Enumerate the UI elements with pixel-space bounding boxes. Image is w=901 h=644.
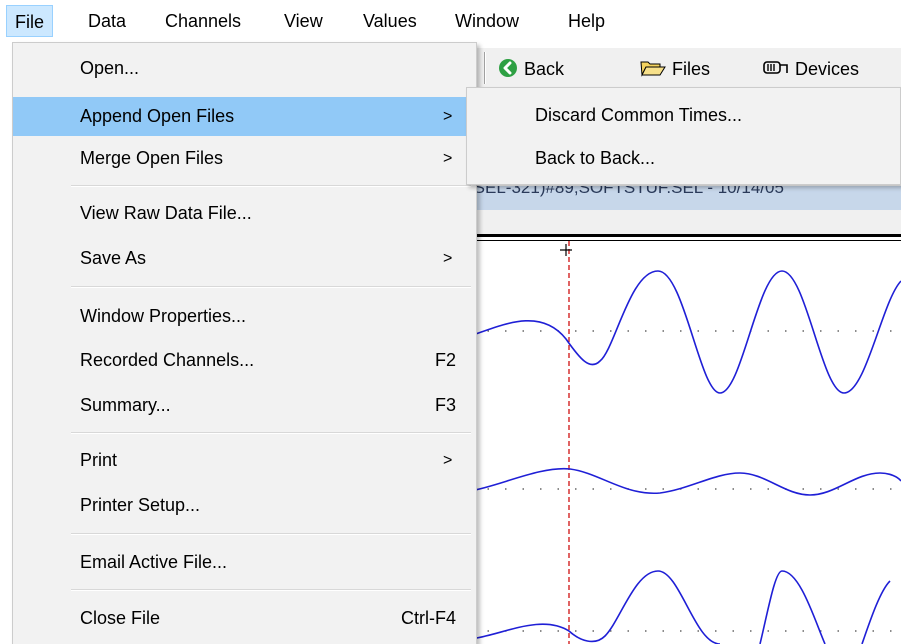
back-button-label: Back (524, 59, 565, 79)
submenu-arrow-icon: > (443, 250, 453, 267)
menu-values[interactable]: Values (355, 5, 425, 37)
menu-help[interactable]: Help (560, 5, 613, 37)
shortcut-label: F3 (434, 395, 456, 415)
menu-item-printer-setup[interactable]: Printer Setup... (13, 486, 476, 525)
submenu-arrow-icon: > (443, 452, 453, 469)
menu-separator (71, 589, 471, 591)
plot-border (470, 234, 901, 237)
back-button[interactable]: Back (498, 56, 564, 82)
submenu-arrow-icon: > (443, 150, 453, 167)
toolbar-separator (484, 52, 486, 84)
menu-item-append-open-files[interactable]: Append Open Files > (13, 97, 476, 136)
device-icon (763, 61, 788, 74)
green-back-arrow-icon (499, 59, 517, 77)
devices-button[interactable]: Devices (763, 56, 859, 82)
waveform-trace-3 (470, 570, 891, 644)
menu-separator (71, 185, 471, 187)
files-button-label: Files (672, 59, 711, 79)
menu-item-close-file[interactable]: Close File Ctrl-F4 (13, 599, 476, 638)
menu-file[interactable]: File (6, 5, 54, 37)
window-header-strip (470, 210, 901, 234)
menu-item-back-to-back[interactable]: Back to Back... (467, 138, 900, 178)
file-menu-dropdown: Open... Append Open Files > Merge Open F… (12, 42, 477, 644)
menu-item-print[interactable]: Print > (13, 441, 476, 480)
menubar: File Data Channels View Values Window He… (0, 0, 901, 42)
menu-item-window-properties[interactable]: Window Properties... (13, 297, 476, 336)
append-open-files-submenu: Discard Common Times... Back to Back... (466, 87, 901, 185)
menu-item-open[interactable]: Open... (13, 49, 476, 88)
baseline-dots (470, 330, 901, 632)
window-title-text: (SEL-321)#89,SOFTSTUF.SEL - 10/14/05 (470, 186, 784, 197)
menu-separator (71, 432, 471, 434)
menu-item-discard-common-times[interactable]: Discard Common Times... (467, 95, 900, 135)
waveform-trace-2 (470, 467, 901, 496)
menu-channels[interactable]: Channels (157, 5, 249, 37)
menu-data[interactable]: Data (80, 5, 134, 37)
menu-item-recorded-channels[interactable]: Recorded Channels... F2 (13, 341, 476, 380)
shortcut-label: F2 (434, 350, 456, 370)
window-title-bar: (SEL-321)#89,SOFTSTUF.SEL - 10/14/05 (470, 186, 901, 210)
files-button[interactable]: Files (640, 56, 710, 82)
cursor-marker (560, 244, 572, 256)
devices-button-label: Devices (795, 59, 860, 79)
waveform-plot[interactable] (470, 241, 901, 644)
menu-window[interactable]: Window (447, 5, 527, 37)
menu-separator (71, 286, 471, 288)
menu-item-save-as[interactable]: Save As > (13, 239, 476, 278)
shortcut-label: Ctrl-F4 (401, 608, 456, 628)
menu-item-summary[interactable]: Summary... F3 (13, 386, 476, 425)
menu-view[interactable]: View (276, 5, 331, 37)
submenu-arrow-icon: > (443, 108, 453, 125)
menu-item-email-active-file[interactable]: Email Active File... (13, 543, 476, 582)
waveform-trace-1 (470, 270, 901, 394)
menu-separator (71, 533, 471, 535)
menu-item-view-raw-data-file[interactable]: View Raw Data File... (13, 194, 476, 233)
menu-item-merge-open-files[interactable]: Merge Open Files > (13, 139, 476, 178)
folder-open-icon (640, 61, 666, 77)
